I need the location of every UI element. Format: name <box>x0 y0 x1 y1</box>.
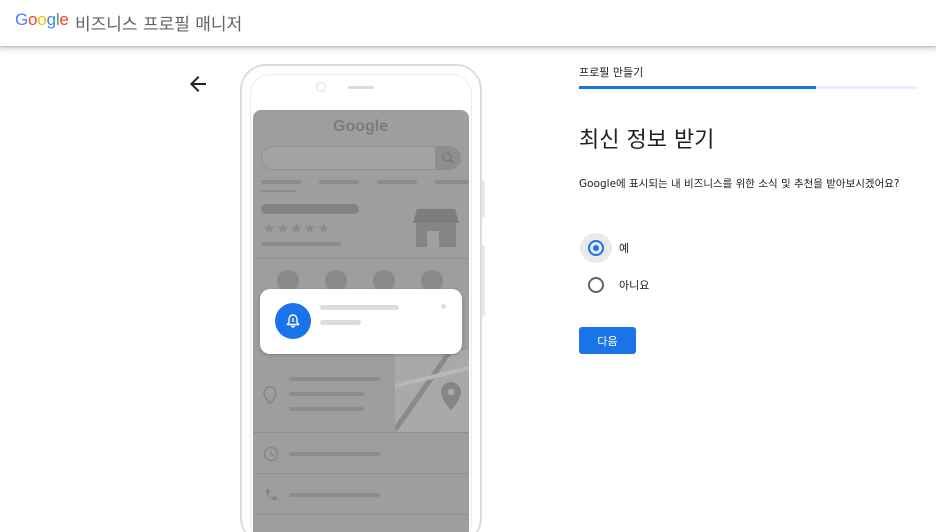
progress-bar <box>579 86 917 89</box>
preview-tab <box>261 180 301 184</box>
phone-camera <box>316 82 326 92</box>
bell-icon <box>286 314 300 328</box>
radio-option-yes[interactable]: 예 <box>580 233 629 263</box>
radio-option-no[interactable]: 아니요 <box>580 270 649 300</box>
preview-address-line <box>289 407 364 411</box>
app-header: Google 비즈니스 프로필 매니저 <box>0 0 936 46</box>
preview-divider <box>253 473 469 474</box>
page-title: 최신 정보 받기 <box>579 128 715 153</box>
radio-button-unchecked[interactable] <box>588 277 604 293</box>
preview-search-button <box>435 146 461 170</box>
preview-address-line <box>289 377 380 381</box>
location-icon <box>263 386 277 404</box>
radio-label-yes: 예 <box>619 242 630 255</box>
preview-brand: Google <box>333 118 389 135</box>
preview-tab <box>377 180 417 184</box>
search-icon <box>442 152 454 164</box>
progress-fill <box>579 86 816 89</box>
preview-address-line <box>289 392 364 396</box>
preview-divider <box>253 514 469 515</box>
google-logo[interactable]: Google <box>15 10 69 30</box>
preview-tab-indicator <box>261 190 297 192</box>
preview-map <box>392 348 469 432</box>
preview-phone-line <box>289 493 380 497</box>
step-label: 프로필 만들기 <box>579 66 644 79</box>
radio-label-no: 아니요 <box>619 279 650 292</box>
back-button[interactable] <box>186 72 210 96</box>
clock-icon <box>263 446 279 462</box>
preview-divider <box>253 258 469 259</box>
preview-tab <box>435 180 469 184</box>
next-button[interactable]: 다음 <box>579 327 636 354</box>
preview-category <box>261 242 341 246</box>
preview-rating: ★★★★★ <box>263 220 331 236</box>
radio-halo <box>580 270 612 300</box>
notification-badge <box>275 303 311 339</box>
preview-business-name <box>261 204 359 214</box>
map-pin-icon <box>392 348 469 432</box>
store-icon <box>413 209 459 247</box>
notification-body-line <box>320 320 361 325</box>
notification-card <box>260 289 462 354</box>
notification-title-line <box>320 305 399 310</box>
preview-hours-line <box>289 452 380 456</box>
preview-tab <box>319 180 359 184</box>
preview-search-bar <box>261 146 461 170</box>
radio-halo <box>580 233 612 263</box>
product-name: 비즈니스 프로필 매니저 <box>75 15 243 35</box>
arrow-back-icon <box>190 76 206 92</box>
notification-dot <box>441 304 446 309</box>
phone-speaker <box>348 86 374 89</box>
preview-divider <box>253 432 469 433</box>
phone-call-icon <box>265 489 277 501</box>
radio-button-checked[interactable] <box>588 240 604 256</box>
page-description: Google에 표시되는 내 비즈니스를 위한 소식 및 추천을 받아보시겠어요… <box>579 178 900 190</box>
